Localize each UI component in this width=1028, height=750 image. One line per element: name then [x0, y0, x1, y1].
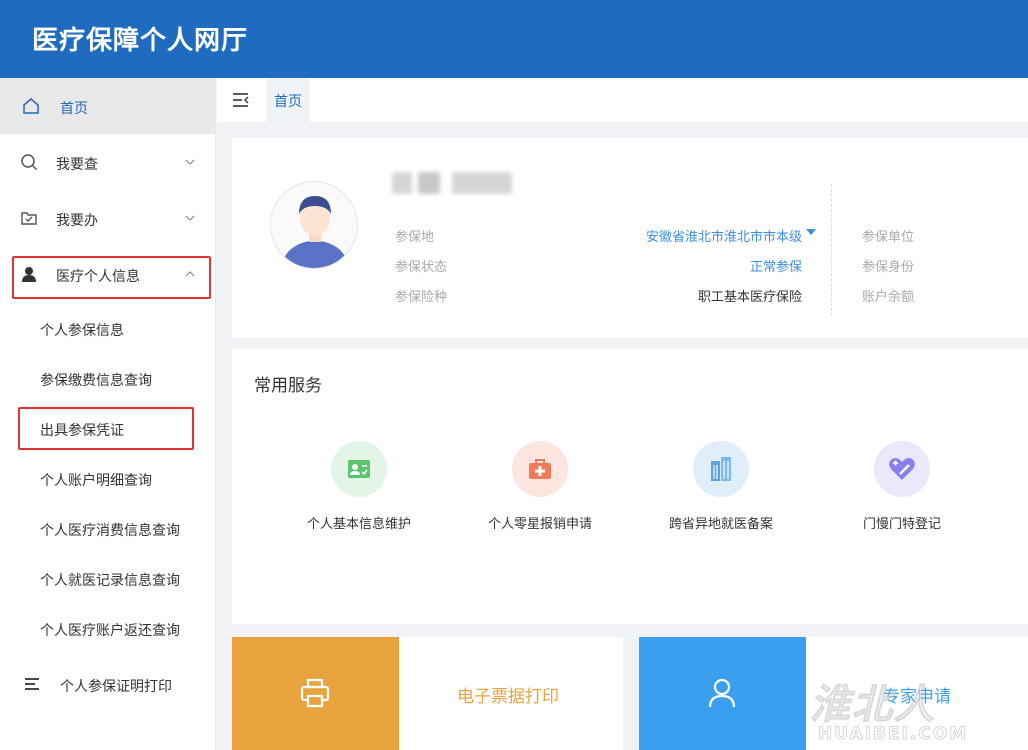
id-card-icon — [348, 460, 370, 478]
service-icon-circle — [874, 441, 930, 497]
sidebar-item-certificate-print[interactable]: 个人参保证明打印 — [0, 656, 216, 712]
building-icon — [711, 457, 731, 481]
service-icon-circle — [512, 441, 568, 497]
sidebar-subitem-payment-query[interactable]: 参保缴费信息查询 — [0, 354, 216, 404]
field-label: 参保身份 — [862, 260, 915, 275]
chevron-down-icon — [185, 215, 195, 221]
insurance-type-value: 职工基本医疗保险 — [697, 290, 802, 305]
app-header: 医疗保障个人网厅 — [0, 0, 1028, 78]
folder-check-icon — [21, 212, 37, 225]
tab-bar: 首页 — [217, 78, 1028, 122]
collapse-menu-icon[interactable] — [232, 92, 250, 108]
sidebar-subitem-label: 个人参保信息 — [40, 323, 124, 339]
sidebar-subitem-account-refund[interactable]: 个人医疗账户返还查询 — [0, 604, 216, 654]
service-reimbursement[interactable]: 个人零星报销申请 — [465, 441, 615, 541]
printer-icon — [300, 678, 330, 708]
watermark-domain: HUAIBEI.COM — [817, 724, 969, 745]
field-label: 参保状态 — [395, 260, 448, 275]
profile-card: 参保地 安徽省淮北市淮北市市本级 参保状态 正常参保 参保险种 职工基本医疗保险… — [232, 138, 1028, 338]
field-label: 参保地 — [395, 230, 435, 245]
tab-home[interactable]: 首页 — [266, 78, 310, 122]
sidebar-item-label: 个人参保证明打印 — [60, 679, 172, 695]
home-icon — [23, 98, 39, 114]
chevron-down-icon — [185, 159, 195, 165]
section-title: 常用服务 — [254, 376, 322, 396]
tab-home-label: 首页 — [274, 94, 302, 110]
sidebar-item-handle[interactable]: 我要办 — [0, 190, 216, 246]
sidebar-item-label: 我要查 — [56, 157, 98, 173]
service-cross-province[interactable]: 跨省异地就医备案 — [646, 441, 796, 541]
card-icon-pane — [232, 637, 399, 750]
sidebar-item-home[interactable]: 首页 — [0, 78, 216, 134]
card-e-invoice-print[interactable]: 电子票据打印 — [232, 637, 623, 750]
service-chronic-registration[interactable]: 门慢门特登记 — [827, 441, 977, 541]
sidebar-item-label: 我要办 — [56, 213, 98, 229]
sidebar: 首页 我要查 我要办 医疗个人信息 个人参保信息 参保缴费信息查询 出具参保凭证 — [0, 78, 216, 750]
service-label: 个人零星报销申请 — [487, 517, 592, 532]
sidebar-subitem-consumption[interactable]: 个人医疗消费信息查询 — [0, 504, 216, 554]
list-icon — [25, 678, 39, 690]
masked-name — [452, 172, 512, 194]
sidebar-item-query[interactable]: 我要查 — [0, 134, 216, 190]
sidebar-subitem-visit-records[interactable]: 个人就医记录信息查询 — [0, 554, 216, 604]
card-icon-pane — [639, 637, 806, 750]
divider — [831, 184, 832, 316]
sidebar-subitem-account-detail[interactable]: 个人账户明细查询 — [0, 454, 216, 504]
field-label: 参保单位 — [862, 230, 915, 245]
heart-edit-icon — [889, 458, 915, 480]
card-label: 电子票据打印 — [457, 687, 559, 707]
service-basic-info[interactable]: 个人基本信息维护 — [284, 441, 434, 541]
search-icon — [21, 154, 38, 171]
field-label: 参保险种 — [395, 290, 448, 305]
sidebar-subitem-label: 个人医疗消费信息查询 — [40, 523, 180, 539]
service-label: 个人基本信息维护 — [306, 517, 411, 532]
app-title: 医疗保障个人网厅 — [32, 26, 249, 56]
sidebar-subitem-insurance-info[interactable]: 个人参保信息 — [0, 304, 216, 354]
service-label: 跨省异地就医备案 — [668, 517, 773, 532]
highlight-box — [18, 407, 194, 450]
avatar-illustration — [281, 196, 349, 268]
insured-status-value: 正常参保 — [749, 260, 802, 275]
masked-name — [418, 172, 440, 194]
caret-down-icon[interactable] — [805, 228, 817, 236]
avatar — [270, 181, 358, 269]
service-icon-circle — [331, 441, 387, 497]
service-label: 门慢门特登记 — [862, 517, 941, 532]
field-label: 账户余额 — [862, 290, 915, 305]
service-icon-circle — [693, 441, 749, 497]
common-services-panel: 常用服务 个人基本信息维护 个人零星报销申请 跨省异地就医备案 门慢门特登记 — [232, 349, 1028, 624]
watermark-logo: 淮北人 — [810, 682, 936, 729]
masked-name — [392, 172, 412, 194]
highlight-box — [12, 256, 211, 299]
person-icon — [708, 678, 736, 708]
insured-place-select[interactable]: 安徽省淮北市淮北市市本级 — [646, 226, 802, 245]
sidebar-subitem-label: 个人医疗账户返还查询 — [40, 623, 180, 639]
sidebar-home-label: 首页 — [60, 101, 88, 117]
sidebar-subitem-label: 个人账户明细查询 — [40, 473, 152, 489]
medical-kit-icon — [529, 459, 551, 479]
sidebar-subitem-label: 个人就医记录信息查询 — [40, 573, 180, 589]
sidebar-subitem-label: 参保缴费信息查询 — [40, 373, 152, 389]
